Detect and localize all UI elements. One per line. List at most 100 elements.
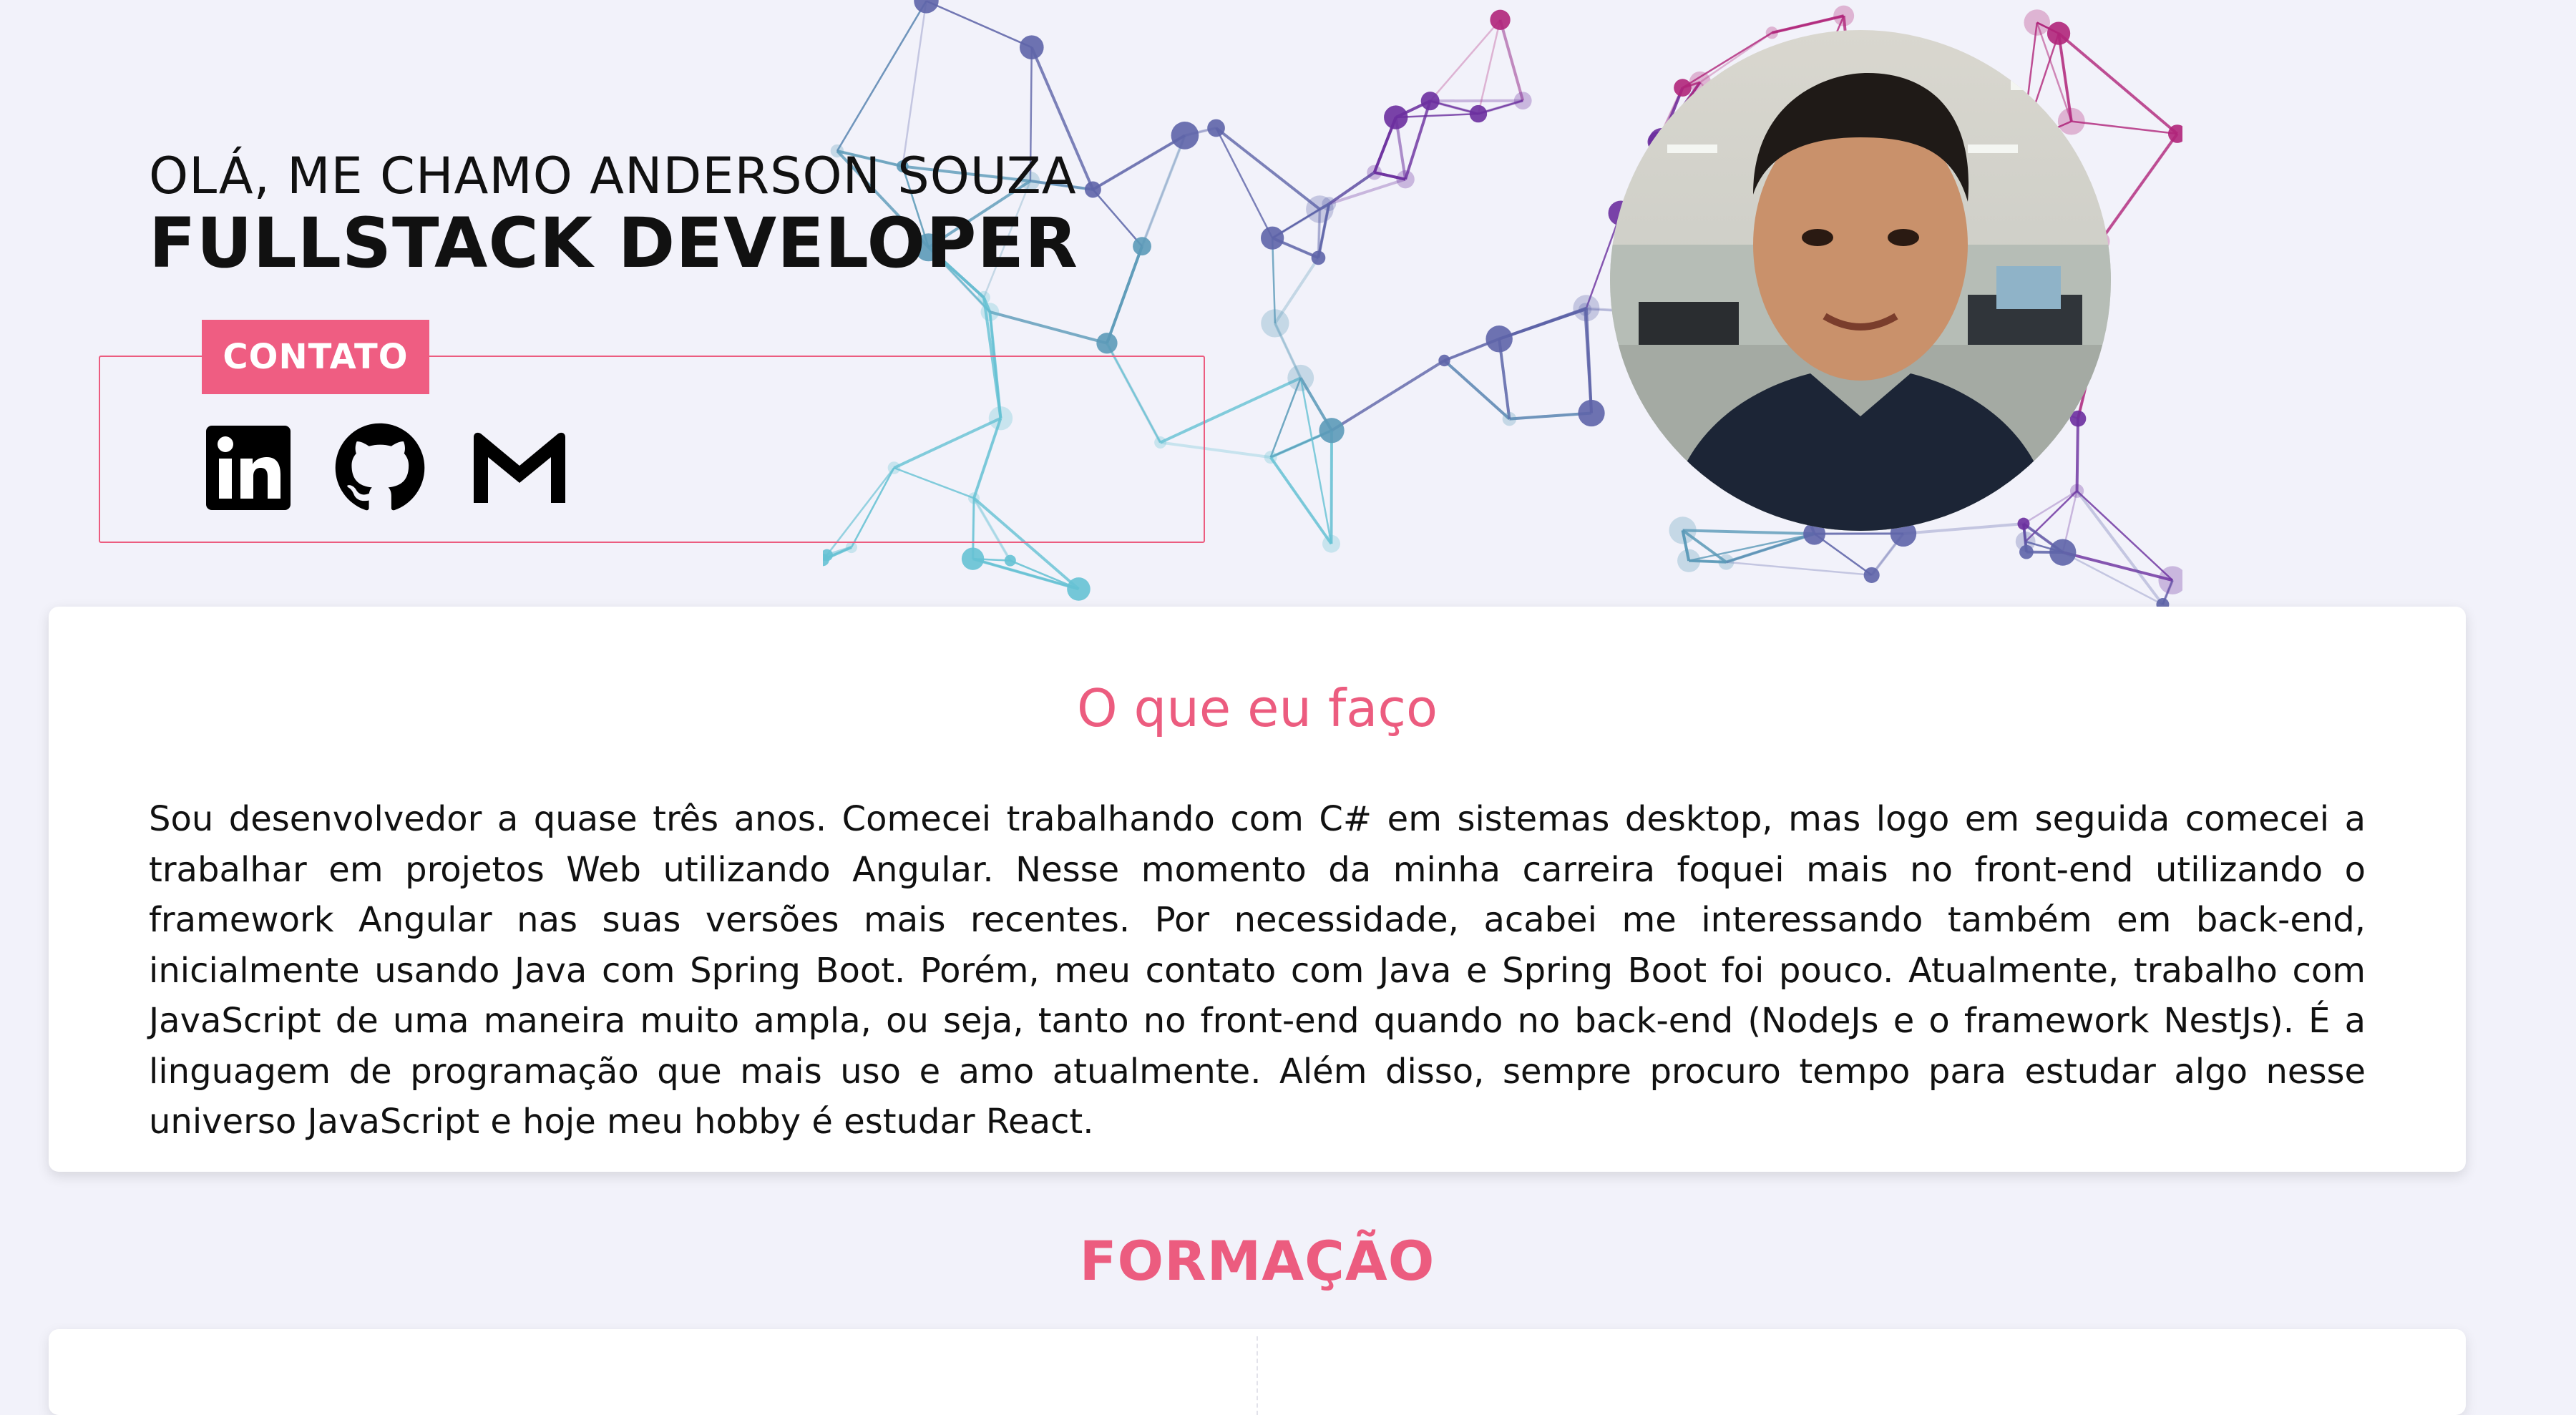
network-node [1261,227,1284,250]
network-node [1085,181,1101,197]
network-link [2077,491,2163,604]
network-node [2019,545,2034,559]
network-link [2026,491,2077,542]
network-link [1430,20,1501,101]
network-node [1067,577,1091,601]
network-node [846,542,857,553]
hero-intro: OLÁ, ME CHAMO ANDERSON SOUZA FULLSTACK D… [149,150,1078,279]
network-link [2063,552,2163,604]
about-card: O que eu faço Sou desenvolvedor a quase … [49,607,2466,1172]
network-node [2058,108,2085,135]
network-link [1396,114,1478,117]
network-node [1833,6,1854,26]
network-link [1445,361,1510,419]
linkedin-icon [206,426,291,510]
network-link [1683,530,1815,534]
network-link [2072,122,2177,134]
network-link [1329,172,1374,204]
network-node [1396,170,1414,188]
contact-box: CONTATO [99,356,1205,543]
social-links [206,421,570,517]
network-node [1384,105,1407,129]
education-title: FORMAÇÃO [0,1229,2514,1293]
network-node [1677,549,1700,572]
network-link [1107,246,1142,343]
network-link [1772,16,1843,33]
greeting-heading: OLÁ, ME CHAMO ANDERSON SOUZA [149,150,1078,203]
network-link [1093,190,1142,246]
network-link [1216,128,1273,238]
network-link [1093,135,1185,190]
network-link [1501,20,1523,101]
about-title: O que eu faço [49,678,2466,738]
network-link [1216,128,1320,210]
education-divider [1257,1336,1258,1415]
network-node [2024,9,2050,36]
network-node [962,547,984,569]
network-link [1726,534,1814,562]
network-node [1367,165,1382,180]
network-link [1329,180,1405,204]
network-node [1766,26,1778,39]
network-node [981,303,1000,321]
network-node [1171,122,1199,150]
network-node [1674,79,1692,97]
profile-photo [1610,30,2111,531]
network-link [1142,135,1185,246]
network-node [1207,119,1225,137]
network-node [2017,518,2029,530]
network-node [1133,237,1151,255]
network-link [2063,552,2172,580]
network-node [1421,92,1440,110]
network-node [1470,105,1487,122]
network-node [1485,325,1512,352]
network-node [1864,567,1880,583]
contact-label: CONTATO [202,320,429,394]
github-link[interactable] [333,421,426,517]
network-node [1514,92,1532,109]
network-node [2047,21,2070,44]
network-node [1096,333,1117,353]
gmail-icon [469,429,570,507]
network-node [1005,555,1016,567]
network-link [926,1,1031,47]
network-node [1573,295,1599,321]
network-node [1020,35,1044,59]
network-node [1669,516,1696,544]
network-link [1726,562,1871,575]
network-node [2070,484,2084,498]
network-node [1264,451,1277,464]
network-link [837,1,927,151]
profile-photo-image [1610,30,2111,531]
network-node [1306,195,1334,223]
network-link [1405,101,1430,179]
role-heading: FULLSTACK DEVELOPER [149,207,1078,280]
network-link [1903,524,2024,534]
network-node [1578,400,1604,426]
network-node [914,0,938,14]
github-icon [333,421,426,514]
network-node [1312,251,1326,265]
network-link [1331,431,1332,544]
network-node [977,291,990,304]
network-link [2077,418,2078,491]
network-link [1271,457,1332,544]
network-link [2024,491,2077,524]
linkedin-link[interactable] [206,426,291,513]
network-node [1718,554,1734,570]
network-node [1490,10,1510,30]
network-node [823,549,833,562]
network-node [1503,412,1517,426]
about-text: Sou desenvolvedor a quase três anos. Com… [149,794,2366,1147]
network-link [1499,308,1586,339]
network-link [990,312,1107,343]
network-node [2049,539,2076,565]
gmail-link[interactable] [469,429,570,510]
network-node [1438,355,1450,366]
network-link [902,1,926,166]
network-node [1319,418,1344,443]
network-node [1287,365,1314,391]
education-card [49,1329,2466,1415]
network-link [1332,361,1444,431]
network-link [2100,134,2177,241]
